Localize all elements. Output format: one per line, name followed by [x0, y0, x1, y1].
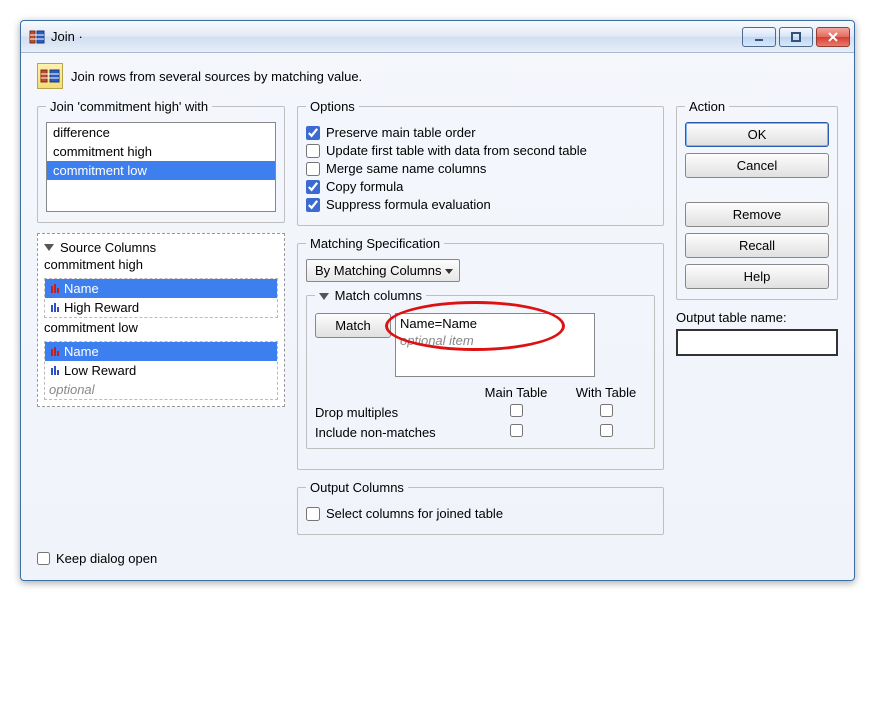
drop-multiples-label: Drop multiples — [315, 405, 466, 420]
join-with-item[interactable]: commitment low — [47, 161, 275, 180]
close-button[interactable] — [816, 27, 850, 47]
disclosure-icon[interactable] — [319, 293, 329, 300]
dialog-content: Join rows from several sources by matchi… — [21, 53, 854, 580]
matching-method-label: By Matching Columns — [315, 263, 441, 278]
remove-button[interactable]: Remove — [685, 202, 829, 227]
source-columns-legend: Source Columns — [60, 240, 156, 255]
source-group-cols: NameLow Rewardoptional — [44, 341, 278, 400]
join-with-legend: Join 'commitment high' with — [46, 99, 212, 114]
include-main-checkbox[interactable] — [510, 424, 523, 437]
match-item[interactable]: Name=Name — [396, 314, 594, 333]
join-with-item[interactable]: commitment high — [47, 142, 275, 161]
column-item[interactable]: Name — [45, 279, 277, 298]
option-row[interactable]: Preserve main table order — [306, 125, 655, 140]
description-row: Join rows from several sources by matchi… — [37, 63, 838, 89]
maximize-button[interactable] — [779, 27, 813, 47]
app-icon — [29, 29, 45, 45]
join-icon — [37, 63, 63, 89]
action-legend: Action — [685, 99, 729, 114]
option-checkbox[interactable] — [306, 162, 320, 176]
match-columns-legend: Match columns — [335, 288, 422, 303]
keep-dialog-label: Keep dialog open — [56, 551, 157, 566]
option-label: Preserve main table order — [326, 125, 476, 140]
source-group-cols: NameHigh Reward — [44, 278, 278, 318]
option-row[interactable]: Suppress formula evaluation — [306, 197, 655, 212]
description-text: Join rows from several sources by matchi… — [71, 69, 362, 84]
select-output-cols-checkbox[interactable] — [306, 507, 320, 521]
option-label: Merge same name columns — [326, 161, 486, 176]
column-item[interactable]: High Reward — [45, 298, 277, 317]
option-label: Copy formula — [326, 179, 403, 194]
help-button[interactable]: Help — [685, 264, 829, 289]
options-legend: Options — [306, 99, 359, 114]
matching-fieldset: Matching Specification By Matching Colum… — [297, 236, 664, 470]
left-panel: Join 'commitment high' with differenceco… — [37, 99, 285, 407]
matching-legend: Matching Specification — [306, 236, 444, 251]
output-table-label: Output table name: — [676, 310, 838, 325]
match-list[interactable]: Name=Name optional item — [395, 313, 595, 377]
option-checkbox[interactable] — [306, 198, 320, 212]
action-fieldset: Action OK Cancel Remove Recall Help — [676, 99, 838, 300]
option-checkbox[interactable] — [306, 180, 320, 194]
keep-dialog-row[interactable]: Keep dialog open — [37, 551, 838, 566]
truth-grid: Main Table With Table Drop multiples Inc… — [315, 385, 646, 440]
include-nonmatch-label: Include non-matches — [315, 425, 466, 440]
minimize-button[interactable] — [742, 27, 776, 47]
right-panel: Action OK Cancel Remove Recall Help Outp… — [676, 99, 838, 356]
option-row[interactable]: Copy formula — [306, 179, 655, 194]
match-columns-fieldset: Match columns Match Name=Name optional i… — [306, 288, 655, 449]
option-row[interactable]: Merge same name columns — [306, 161, 655, 176]
matching-method-dropdown[interactable]: By Matching Columns — [306, 259, 460, 282]
option-checkbox[interactable] — [306, 126, 320, 140]
with-table-header: With Table — [566, 385, 646, 400]
dialog-window: Join · Join rows from several sources by… — [20, 20, 855, 581]
select-output-cols-row[interactable]: Select columns for joined table — [306, 506, 655, 521]
keep-dialog-checkbox[interactable] — [37, 552, 50, 565]
join-with-item[interactable]: difference — [47, 123, 275, 142]
join-with-list[interactable]: differencecommitment highcommitment low — [46, 122, 276, 212]
recall-button[interactable]: Recall — [685, 233, 829, 258]
ok-button[interactable]: OK — [685, 122, 829, 147]
column-item[interactable]: Name — [45, 342, 277, 361]
source-columns-box: Source Columns commitment highNameHigh R… — [37, 233, 285, 407]
include-with-checkbox[interactable] — [600, 424, 613, 437]
output-columns-fieldset: Output Columns Select columns for joined… — [297, 480, 664, 535]
option-label: Update first table with data from second… — [326, 143, 587, 158]
disclosure-icon[interactable] — [44, 244, 54, 251]
join-with-fieldset: Join 'commitment high' with differenceco… — [37, 99, 285, 223]
titlebar: Join · — [21, 21, 854, 53]
main-table-header: Main Table — [476, 385, 556, 400]
options-fieldset: Options Preserve main table order Update … — [297, 99, 664, 226]
option-row[interactable]: Update first table with data from second… — [306, 143, 655, 158]
source-group-label: commitment high — [44, 257, 278, 272]
option-checkbox[interactable] — [306, 144, 320, 158]
column-item[interactable]: Low Reward — [45, 361, 277, 380]
output-table-input[interactable] — [676, 329, 838, 356]
optional-hint: optional — [45, 380, 277, 399]
window-buttons — [742, 27, 850, 47]
match-optional-hint: optional item — [396, 333, 594, 348]
select-output-cols-label: Select columns for joined table — [326, 506, 503, 521]
middle-panel: Options Preserve main table order Update … — [297, 99, 664, 545]
drop-with-checkbox[interactable] — [600, 404, 613, 417]
match-button[interactable]: Match — [315, 313, 391, 338]
cancel-button[interactable]: Cancel — [685, 153, 829, 178]
option-label: Suppress formula evaluation — [326, 197, 491, 212]
source-group-label: commitment low — [44, 320, 278, 335]
output-columns-legend: Output Columns — [306, 480, 408, 495]
drop-main-checkbox[interactable] — [510, 404, 523, 417]
window-title: Join · — [51, 29, 742, 44]
